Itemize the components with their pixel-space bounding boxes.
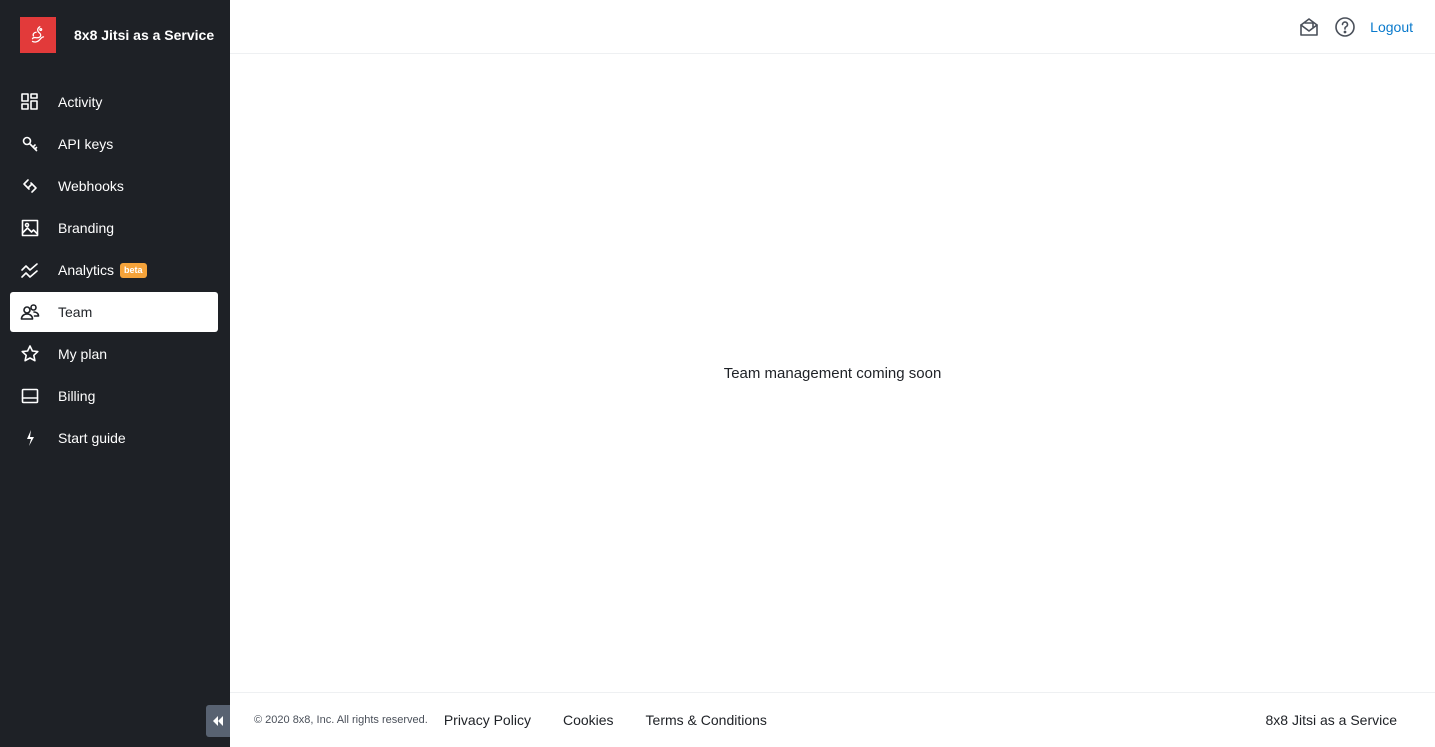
sidebar: 8x8 Jitsi as a Service Activity API keys… <box>0 0 230 747</box>
empty-state-message: Team management coming soon <box>723 365 942 382</box>
sidebar-item-label: Activity <box>58 94 103 110</box>
sidebar-item-billing[interactable]: Billing <box>10 376 218 416</box>
sidebar-item-label: API keys <box>58 136 114 152</box>
sidebar-item-branding[interactable]: Branding <box>10 208 218 248</box>
sidebar-item-analytics[interactable]: Analytics beta <box>10 250 218 290</box>
main-content: Team management coming soon <box>230 55 1435 692</box>
top-actions: Logout <box>1284 16 1413 38</box>
trend-chart-icon <box>20 260 40 280</box>
sidebar-item-team[interactable]: Team <box>10 292 218 332</box>
help-circle-icon[interactable] <box>1334 16 1356 38</box>
footer: © 2020 8x8, Inc. All rights reserved. Pr… <box>230 692 1435 747</box>
sidebar-item-label: Branding <box>58 220 115 236</box>
sidebar-item-label: Start guide <box>58 430 126 446</box>
cookies-link[interactable]: Cookies <box>563 712 614 728</box>
terms-link[interactable]: Terms & Conditions <box>646 712 767 728</box>
sidebar-item-label: My plan <box>58 346 108 362</box>
key-icon <box>20 134 40 154</box>
image-icon <box>20 218 40 238</box>
star-icon <box>20 344 40 364</box>
topbar: Logout <box>230 0 1435 54</box>
mail-open-icon[interactable] <box>1298 16 1320 38</box>
copyright: © 2020 8x8, Inc. All rights reserved. <box>254 714 428 726</box>
link-icon <box>20 176 40 196</box>
lightning-icon <box>20 428 40 448</box>
sidebar-item-label: Analytics <box>58 262 115 278</box>
brand[interactable]: 8x8 Jitsi as a Service <box>20 17 214 53</box>
brand-name: 8x8 Jitsi as a Service <box>74 27 215 43</box>
footer-brand: 8x8 Jitsi as a Service <box>1265 712 1398 728</box>
card-icon <box>20 386 40 406</box>
sidebar-item-label: Team <box>58 304 93 320</box>
logout-link[interactable]: Logout <box>1370 19 1413 35</box>
brand-logo-icon <box>20 17 56 53</box>
sidebar-item-start-guide[interactable]: Start guide <box>10 418 218 458</box>
sidebar-item-my-plan[interactable]: My plan <box>10 334 218 374</box>
privacy-policy-link[interactable]: Privacy Policy <box>444 712 531 728</box>
team-icon <box>20 302 40 322</box>
sidebar-item-api-keys[interactable]: API keys <box>10 124 218 164</box>
double-chevron-left-icon <box>213 716 223 726</box>
sidebar-item-webhooks[interactable]: Webhooks <box>10 166 218 206</box>
sidebar-item-label: Webhooks <box>58 178 124 194</box>
collapse-sidebar-button[interactable] <box>206 705 230 737</box>
dashboard-grid-icon <box>20 92 40 112</box>
sidebar-item-activity[interactable]: Activity <box>10 82 218 122</box>
beta-badge: beta <box>120 262 147 278</box>
sidebar-nav: Activity API keys Webhooks Branding Anal… <box>10 82 218 460</box>
sidebar-item-label: Billing <box>58 388 96 404</box>
